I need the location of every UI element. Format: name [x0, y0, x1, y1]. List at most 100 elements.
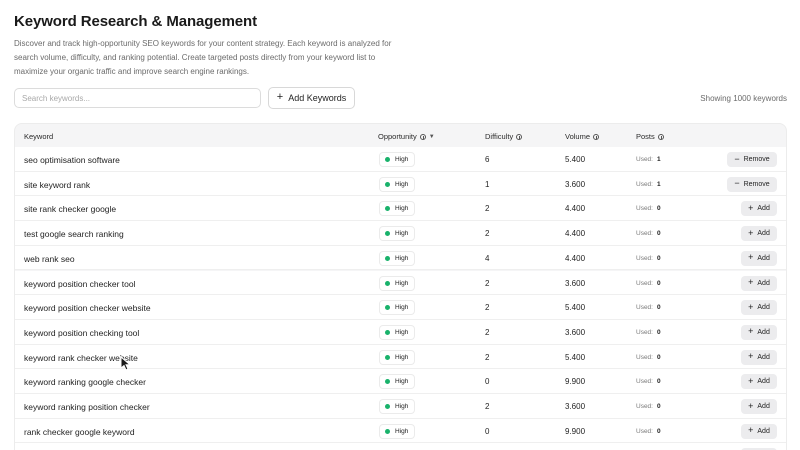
used-count: 0: [656, 378, 661, 386]
opportunity-badge: High: [379, 423, 416, 439]
opportunity-label: High: [395, 427, 409, 435]
used-count: 0: [656, 254, 661, 262]
plus-icon: +: [748, 400, 754, 411]
volume-cell: 3.600: [565, 179, 586, 189]
add-label: Add: [757, 328, 770, 336]
posts-used-cell: Used: 0: [636, 255, 661, 262]
table-row[interactable]: rank checker google keyword High 0 9.900 Use…: [15, 418, 786, 444]
used-count: 0: [656, 328, 661, 336]
add-button[interactable]: +Add: [741, 324, 777, 340]
table-row[interactable]: keyword ranking google checker High 0 9.900…: [15, 369, 786, 394]
table-row[interactable]: keyword position checker website High 2 5.4…: [15, 295, 786, 320]
difficulty-cell: 0: [485, 377, 490, 387]
opportunity-label: High: [395, 403, 409, 410]
plus-icon: +: [748, 425, 754, 436]
header-posts[interactable]: Posts: [636, 132, 664, 141]
add-label: Add: [757, 205, 770, 213]
keyword-cell: keyword position checker tool: [24, 278, 136, 289]
remove-label: Remove: [743, 156, 770, 163]
opportunity-label: High: [395, 279, 409, 287]
table-row[interactable]: seo optimisation software High 6 5.400 Used:…: [15, 147, 786, 172]
difficulty-cell: 2: [485, 303, 490, 313]
opportunity-badge: High: [379, 300, 416, 316]
opportunity-label: High: [395, 180, 409, 188]
info-icon[interactable]: [657, 133, 664, 140]
add-label: Add: [757, 304, 770, 312]
header-keyword[interactable]: Keyword: [24, 132, 53, 141]
opportunity-label: High: [395, 230, 409, 238]
table-row[interactable]: keyword ranking position checker High 2 3.6…: [15, 394, 786, 419]
status-dot-icon: [385, 206, 390, 212]
add-button[interactable]: +Add: [741, 275, 777, 291]
used-label: Used:: [636, 304, 653, 312]
opportunity-label: High: [395, 254, 409, 262]
search-input[interactable]: [14, 88, 261, 108]
plus-icon: +: [748, 351, 754, 362]
header-keyword-label: Keyword: [24, 132, 54, 141]
status-dot-icon: [385, 329, 390, 335]
difficulty-cell: 2: [485, 229, 490, 239]
add-button[interactable]: +Add: [741, 226, 777, 242]
info-icon[interactable]: [593, 133, 600, 140]
status-dot-icon: [385, 428, 390, 434]
posts-used-cell: Used: 0: [636, 354, 661, 361]
used-label: Used:: [636, 230, 653, 238]
difficulty-cell: 2: [485, 278, 490, 288]
keyword-cell: keyword ranking google checker: [24, 377, 146, 388]
plus-icon: +: [748, 301, 754, 312]
opportunity-label: High: [395, 378, 409, 386]
minus-icon: −: [734, 178, 740, 189]
keyword-cell: site rank checker google: [24, 204, 117, 215]
header-volume[interactable]: Volume: [565, 132, 600, 141]
keyword-cell: rank checker google keyword: [24, 426, 135, 437]
page-title: Keyword Research & Management: [14, 13, 258, 30]
volume-cell: 9.900: [565, 426, 586, 436]
table-row[interactable]: site rank checker google High 2 4.400 Used: 0…: [15, 196, 786, 222]
info-icon[interactable]: [516, 133, 523, 140]
add-label: Add: [757, 254, 770, 262]
add-button[interactable]: +Add: [741, 399, 777, 414]
posts-used-cell: Used: 0: [636, 230, 661, 237]
plus-icon: +: [748, 326, 754, 337]
posts-used-cell: Used: 0: [636, 403, 661, 410]
add-button[interactable]: +Add: [741, 300, 777, 316]
opportunity-badge: High: [379, 324, 416, 340]
info-icon[interactable]: [419, 133, 426, 140]
table-row[interactable]: keyword position checker tool High 2 3.600 U…: [15, 270, 786, 296]
used-label: Used:: [636, 254, 653, 262]
remove-button[interactable]: − Remove: [727, 176, 777, 192]
mouse-cursor-icon: [120, 356, 132, 371]
volume-cell: 5.400: [565, 155, 586, 164]
volume-cell: 5.400: [565, 352, 586, 362]
add-label: Add: [757, 279, 770, 287]
add-button[interactable]: +Add: [741, 250, 777, 266]
posts-used-cell: Used: 0: [636, 304, 661, 311]
used-count: 0: [656, 353, 661, 361]
opportunity-label: High: [395, 304, 409, 312]
table-row[interactable]: web rank seo High 4 4.400 Used: 0 + Add: [15, 245, 786, 271]
add-keywords-button[interactable]: + Add Keywords: [268, 87, 355, 109]
table-row[interactable]: +Add: [15, 443, 786, 450]
add-label: Add: [757, 403, 770, 410]
table-row[interactable]: keyword position checking tool High 2 3.600…: [15, 319, 786, 345]
add-button[interactable]: +Add: [741, 201, 777, 217]
difficulty-cell: 0: [485, 426, 490, 436]
sort-down-icon: ▼: [428, 133, 435, 140]
page-description: Discover and track high-opportunity SEO …: [14, 39, 392, 76]
table-row[interactable]: site keyword rank High 1 3.600 Used: 1− Remove: [15, 171, 786, 197]
add-keywords-label: Add Keywords: [288, 93, 347, 103]
opportunity-label: High: [395, 328, 409, 336]
used-count: 0: [656, 205, 661, 213]
remove-button[interactable]: − Remove: [727, 152, 777, 167]
keyword-cell: web rank seo: [24, 253, 75, 264]
table-row[interactable]: test google search ranking High 2 4.400 Used…: [15, 221, 786, 246]
header-opportunity[interactable]: Opportunity ▼: [378, 132, 435, 141]
volume-cell: 4.400: [565, 229, 586, 239]
opportunity-badge: High: [379, 226, 416, 242]
header-difficulty[interactable]: Difficulty: [485, 132, 523, 141]
add-button[interactable]: +Add: [741, 423, 777, 439]
volume-cell: 4.400: [565, 253, 586, 263]
keyword-cell: keyword ranking position checker: [24, 402, 150, 412]
add-button[interactable]: +Add: [741, 349, 777, 365]
add-button[interactable]: +Add: [741, 374, 777, 390]
